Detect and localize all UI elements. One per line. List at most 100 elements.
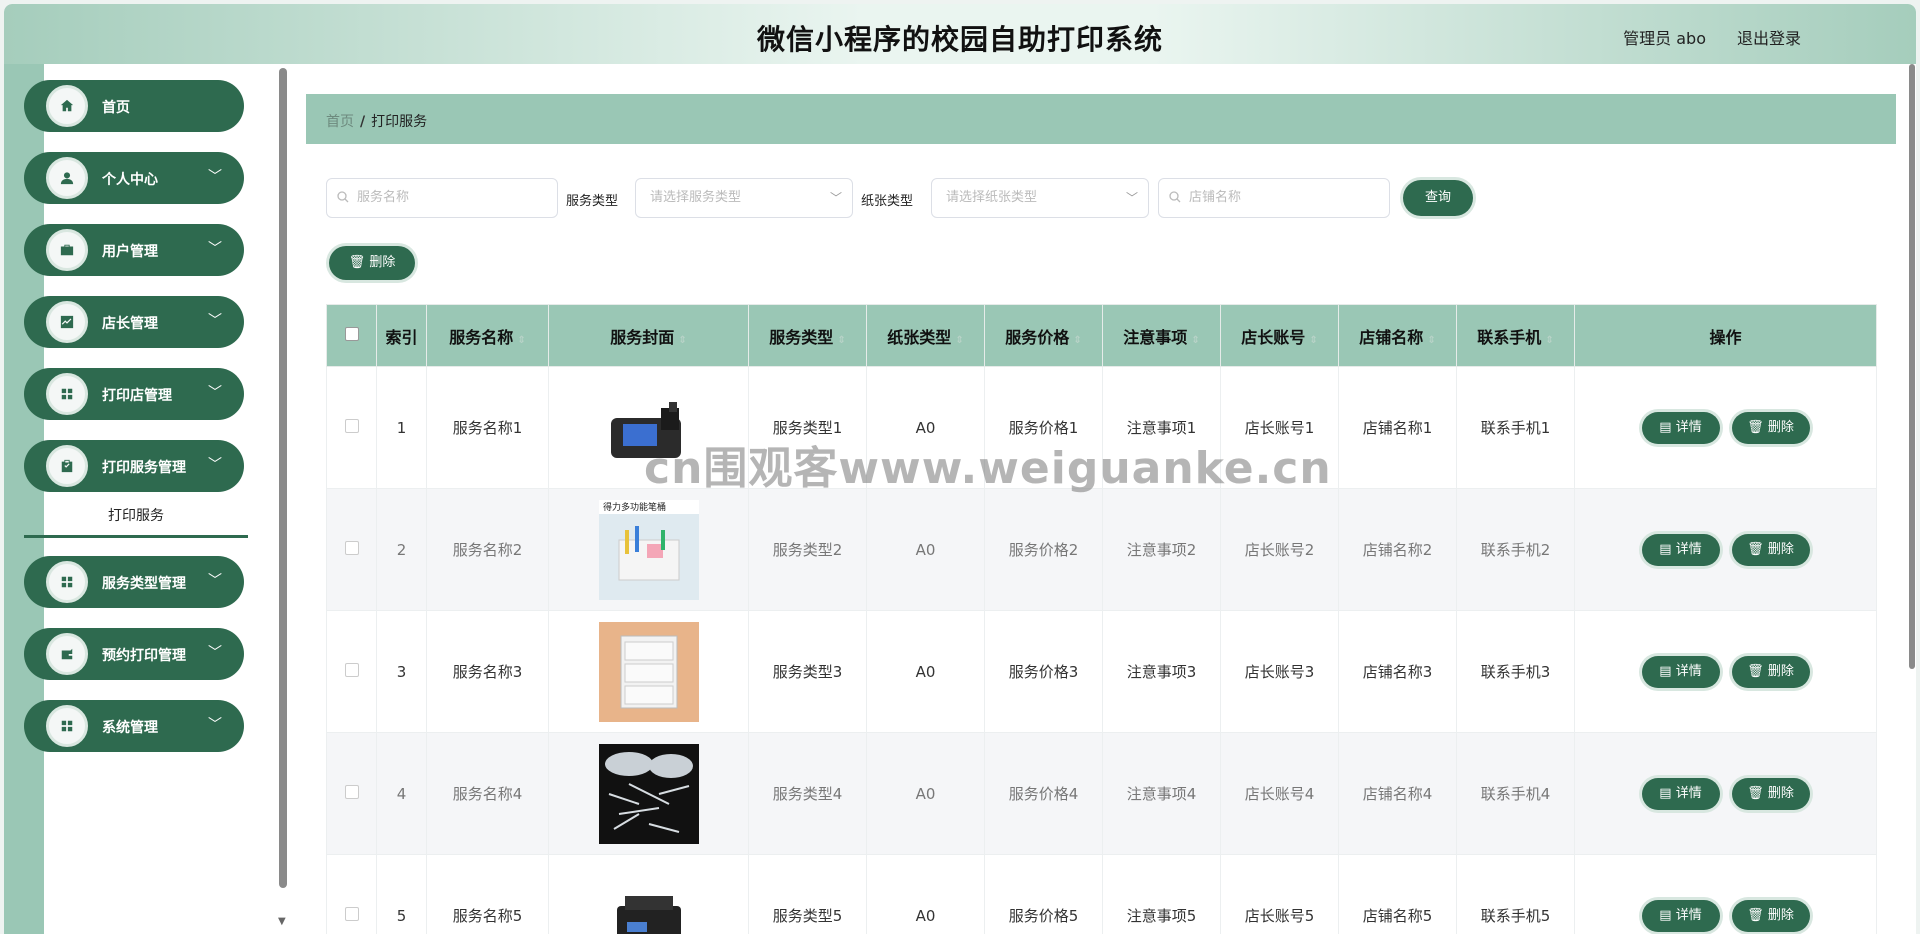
row-select-cell[interactable]	[326, 732, 377, 855]
paper-type-placeholder: 请选择纸张类型	[946, 190, 1038, 205]
cell-service-type: 服务类型3	[748, 610, 867, 733]
column-header[interactable]: 联系手机 ⇕	[1456, 304, 1575, 367]
sidebar-item-print-services[interactable]: 打印服务管理 ﹀	[24, 440, 244, 492]
shop-name-input[interactable]: 店铺名称	[1158, 178, 1390, 218]
sort-icon[interactable]: ⇕	[517, 335, 525, 346]
detail-button[interactable]: ▤ 详情	[1641, 899, 1720, 932]
paper-type-select[interactable]: 请选择纸张类型 ﹀	[931, 178, 1149, 218]
detail-button[interactable]: ▤ 详情	[1641, 533, 1720, 566]
sidebar-item-label: 预约打印管理	[102, 648, 186, 664]
chevron-down-icon: ﹀	[208, 169, 222, 185]
cell-actions: ▤ 详情 🗑 删除	[1574, 488, 1877, 611]
column-header[interactable]: 店铺名称 ⇕	[1338, 304, 1457, 367]
batch-delete-button[interactable]: 🗑 删除	[329, 246, 415, 280]
cell-cover	[548, 854, 749, 934]
cell-service-type: 服务类型5	[748, 854, 867, 934]
cell-phone: 联系手机4	[1456, 732, 1575, 855]
cell-cover	[548, 366, 749, 489]
detail-button[interactable]: ▤ 详情	[1641, 655, 1720, 688]
cell-phone: 联系手机3	[1456, 610, 1575, 733]
cell-notes: 注意事项5	[1102, 854, 1221, 934]
row-select-cell[interactable]	[326, 854, 377, 934]
sort-icon[interactable]: ⇕	[837, 335, 845, 346]
column-header[interactable]: 服务类型 ⇕	[748, 304, 867, 367]
chevron-down-icon: ﹀	[208, 457, 222, 473]
row-select-cell[interactable]	[326, 366, 377, 489]
chevron-down-icon: ﹀	[208, 645, 222, 661]
service-type-select[interactable]: 请选择服务类型 ﹀	[635, 178, 853, 218]
sidebar-item-label: 用户管理	[102, 244, 158, 260]
detail-button[interactable]: ▤ 详情	[1641, 777, 1720, 810]
delete-button[interactable]: 🗑 删除	[1731, 533, 1810, 566]
query-button[interactable]: 查询	[1403, 180, 1473, 216]
sidebar-item-label: 打印服务管理	[102, 460, 186, 476]
service-name-input[interactable]: 服务名称	[326, 178, 558, 218]
sort-icon[interactable]: ⇕	[1545, 335, 1553, 346]
sidebar-item-reservations[interactable]: 预约打印管理 ﹀	[24, 628, 244, 680]
cell-service-type: 服务类型1	[748, 366, 867, 489]
sidebar-scrollbar[interactable]	[279, 68, 287, 888]
sidebar-item-service-types[interactable]: 服务类型管理 ﹀	[24, 556, 244, 608]
breadcrumb: 首页 / 打印服务	[306, 94, 1896, 144]
sidebar-item-print-shops[interactable]: 打印店管理 ﹀	[24, 368, 244, 420]
row-checkbox[interactable]	[344, 784, 359, 799]
row-checkbox[interactable]	[344, 418, 359, 433]
cell-shop: 店铺名称5	[1338, 854, 1457, 934]
trash-icon: 🗑	[1747, 663, 1764, 679]
column-header[interactable]: 店长账号 ⇕	[1220, 304, 1339, 367]
sort-icon[interactable]: ⇕	[678, 335, 686, 346]
delete-button[interactable]: 🗑 删除	[1731, 777, 1810, 810]
sidebar-item-managers[interactable]: 店长管理 ﹀	[24, 296, 244, 348]
pen-holder-image: 得力多功能笔桶	[598, 499, 699, 600]
delete-label: 删除	[1767, 663, 1794, 679]
current-user: 管理员 abo	[1623, 29, 1706, 48]
trash-icon: 🗑	[1747, 541, 1764, 557]
table-row: 2 服务名称2 得力多功能笔桶 服务类型2 A0 服务价格2 注意事项2 店长账号2 店铺名称2…	[326, 488, 1877, 611]
main-scrollbar[interactable]	[1909, 64, 1915, 669]
logout-link[interactable]: 退出登录	[1737, 25, 1801, 49]
row-checkbox[interactable]	[344, 540, 359, 555]
row-select-cell[interactable]	[326, 488, 377, 611]
column-header[interactable]: 注意事项 ⇕	[1102, 304, 1221, 367]
briefcase-icon	[46, 229, 88, 271]
sort-icon[interactable]: ⇕	[1191, 335, 1199, 346]
cell-phone: 联系手机5	[1456, 854, 1575, 934]
row-checkbox[interactable]	[344, 662, 359, 677]
select-all-checkbox[interactable]	[344, 327, 359, 341]
chevron-down-icon: ﹀	[208, 241, 222, 257]
chevron-down-icon: ﹀	[208, 385, 222, 401]
breadcrumb-home[interactable]: 首页	[326, 114, 354, 130]
delete-button[interactable]: 🗑 删除	[1731, 411, 1810, 444]
service-type-label: 服务类型	[566, 194, 619, 209]
sidebar-item-home[interactable]: 首页	[24, 80, 244, 132]
sidebar-item-users[interactable]: 用户管理 ﹀	[24, 224, 244, 276]
wallet-icon	[46, 633, 88, 675]
detail-label: 详情	[1675, 907, 1702, 923]
select-all-cell[interactable]	[326, 304, 377, 367]
column-header[interactable]: 服务名称 ⇕	[426, 304, 549, 367]
sort-icon[interactable]: ⇕	[1073, 335, 1081, 346]
chevron-down-icon: ﹀	[829, 191, 842, 205]
delete-button[interactable]: 🗑 删除	[1731, 655, 1810, 688]
sort-icon[interactable]: ⇕	[955, 335, 963, 346]
detail-button[interactable]: ▤ 详情	[1641, 411, 1720, 444]
sort-icon[interactable]: ⇕	[1309, 335, 1317, 346]
delete-button[interactable]: 🗑 删除	[1731, 899, 1810, 932]
service-name-placeholder: 服务名称	[357, 190, 410, 205]
cell-paper-type: A0	[866, 732, 985, 855]
cell-price: 服务价格2	[984, 488, 1103, 611]
sidebar-subitem-print-service[interactable]: 打印服务	[24, 498, 248, 538]
row-select-cell[interactable]	[326, 610, 377, 733]
cell-notes: 注意事项1	[1102, 366, 1221, 489]
sort-icon[interactable]: ⇕	[1427, 335, 1435, 346]
sidebar-item-profile[interactable]: 个人中心 ﹀	[24, 152, 244, 204]
cell-phone: 联系手机1	[1456, 366, 1575, 489]
scroll-down-arrow-icon[interactable]: ▼	[278, 916, 286, 927]
cell-actions: ▤ 详情 🗑 删除	[1574, 610, 1877, 733]
sidebar-item-system[interactable]: 系统管理 ﹀	[24, 700, 244, 752]
column-header[interactable]: 纸张类型 ⇕	[866, 304, 985, 367]
column-header[interactable]: 服务封面 ⇕	[548, 304, 749, 367]
column-header[interactable]: 服务价格 ⇕	[984, 304, 1103, 367]
row-checkbox[interactable]	[344, 906, 359, 921]
cell-price: 服务价格1	[984, 366, 1103, 489]
